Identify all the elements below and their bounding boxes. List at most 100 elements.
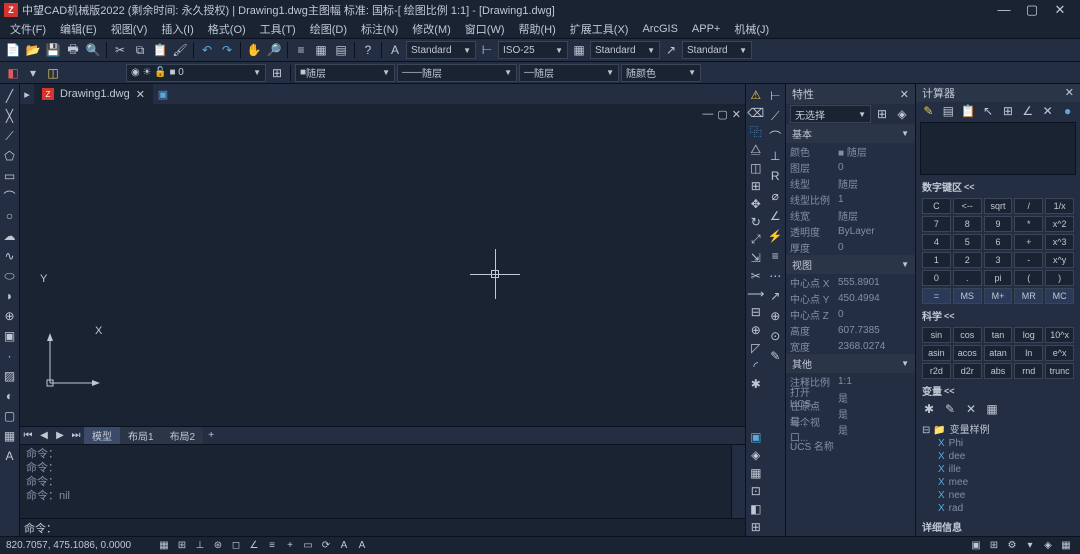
- sci-header[interactable]: 科学<<: [916, 306, 1080, 325]
- calc-btn-([interactable]: (: [1014, 270, 1043, 286]
- otrack-icon[interactable]: ∠: [246, 539, 262, 553]
- calc-sci-atan[interactable]: atan: [984, 345, 1013, 361]
- mtext-icon[interactable]: A: [1, 447, 19, 465]
- minimize-button[interactable]: —: [996, 2, 1012, 18]
- tab-add-icon[interactable]: +: [203, 430, 219, 441]
- calc-btn-9[interactable]: 9: [984, 216, 1013, 232]
- dim-baseline-icon[interactable]: ≡: [766, 247, 784, 265]
- table-icon[interactable]: ▦: [1, 427, 19, 445]
- warn-icon[interactable]: ⚠: [747, 87, 765, 103]
- calc-display[interactable]: [920, 122, 1076, 175]
- match-icon[interactable]: 🖌: [171, 41, 189, 59]
- scale-icon[interactable]: ⤢: [747, 232, 765, 248]
- menu-view[interactable]: 视图(V): [105, 20, 154, 38]
- calc-btn-pi[interactable]: pi: [984, 270, 1013, 286]
- text-style-icon[interactable]: A: [386, 41, 404, 59]
- menu-edit[interactable]: 编辑(E): [54, 20, 103, 38]
- maximize-button[interactable]: ▢: [1024, 2, 1040, 18]
- menu-file[interactable]: 文件(F): [4, 20, 52, 38]
- array-icon[interactable]: ⊞: [747, 178, 765, 194]
- dim-tolerance-icon[interactable]: ⊕: [766, 307, 784, 325]
- calc-sci-e^x[interactable]: e^x: [1045, 345, 1074, 361]
- calc-clear-icon[interactable]: ✎: [920, 102, 937, 120]
- dim-arc-icon[interactable]: ⌒: [766, 127, 784, 145]
- polar-icon[interactable]: ⊛: [210, 539, 226, 553]
- calc-btn-x^3[interactable]: x^3: [1045, 234, 1074, 250]
- var-calc-icon[interactable]: ▦: [983, 400, 1001, 418]
- help-icon[interactable]: ?: [359, 41, 377, 59]
- menu-window[interactable]: 窗口(W): [459, 20, 511, 38]
- status-r1-icon[interactable]: ▣: [968, 539, 984, 553]
- menu-insert[interactable]: 插入(I): [155, 20, 199, 38]
- var-item-Phi[interactable]: XPhi: [922, 437, 1074, 450]
- cut-icon[interactable]: ✂: [111, 41, 129, 59]
- tab-next-icon[interactable]: ▶: [52, 430, 68, 441]
- preview-icon[interactable]: 🔍: [84, 41, 102, 59]
- file-tab-drawing1[interactable]: Z Drawing1.dwg ✕: [34, 84, 153, 104]
- detail-header[interactable]: 详细信息: [916, 517, 1080, 536]
- quick-select-icon[interactable]: ⊞: [873, 105, 891, 123]
- calc-help-icon[interactable]: ●: [1059, 102, 1076, 120]
- menu-mech[interactable]: 机械(J): [728, 20, 775, 38]
- calc-btn-/[interactable]: /: [1014, 198, 1043, 214]
- move-icon[interactable]: ✥: [747, 196, 765, 212]
- calc-sci-10^x[interactable]: 10^x: [1045, 327, 1074, 343]
- calc-btn-5[interactable]: 5: [953, 234, 982, 250]
- chamfer-icon[interactable]: ◸: [747, 340, 765, 356]
- command-input[interactable]: 命令：: [20, 518, 745, 536]
- numpad-header[interactable]: 数字键区<<: [916, 177, 1080, 196]
- calc-sci-trunc[interactable]: trunc: [1045, 363, 1074, 379]
- ellipse-icon[interactable]: ⬭: [1, 267, 19, 285]
- mech-tool4-icon[interactable]: ⊡: [747, 483, 765, 499]
- line-icon[interactable]: ╱: [1, 87, 19, 105]
- zoom-icon[interactable]: 🔎: [265, 41, 283, 59]
- layer-color-icon[interactable]: ◧: [4, 64, 22, 82]
- calc-intersect-icon[interactable]: ✕: [1039, 102, 1056, 120]
- explode-icon[interactable]: ✱: [747, 376, 765, 392]
- design-center-icon[interactable]: ▦: [312, 41, 330, 59]
- calc-btn-x^2[interactable]: x^2: [1045, 216, 1074, 232]
- calc-sci-abs[interactable]: abs: [984, 363, 1013, 379]
- extend-icon[interactable]: ⟶: [747, 286, 765, 302]
- close-tab-icon[interactable]: ✕: [136, 88, 145, 101]
- ellipse-arc-icon[interactable]: ◗: [1, 287, 19, 305]
- var-edit-icon[interactable]: ✎: [941, 400, 959, 418]
- mech-tool5-icon[interactable]: ◧: [747, 501, 765, 517]
- copy-obj-icon[interactable]: ⿻: [747, 123, 765, 140]
- grid-icon[interactable]: ⊞: [174, 539, 190, 553]
- tab-home-icon[interactable]: ▸: [20, 88, 34, 101]
- calc-btn-MR[interactable]: MR: [1014, 288, 1043, 304]
- mirror-icon[interactable]: ⧋: [747, 142, 765, 158]
- cycle-icon[interactable]: ⟳: [318, 539, 334, 553]
- offset-icon[interactable]: ◫: [747, 160, 765, 176]
- menu-arcgis[interactable]: ArcGIS: [636, 22, 683, 36]
- anno2-icon[interactable]: A: [354, 539, 370, 553]
- hatch-icon[interactable]: ▨: [1, 367, 19, 385]
- join-icon[interactable]: ⊕: [747, 322, 765, 338]
- var-item-dee[interactable]: Xdee: [922, 450, 1074, 463]
- calc-btn--[interactable]: -: [1014, 252, 1043, 268]
- gradient-icon[interactable]: ◐: [1, 387, 19, 405]
- dim-linear-icon[interactable]: ⊢: [766, 87, 784, 105]
- calc-units-icon[interactable]: ⊞: [1000, 102, 1017, 120]
- dim-diameter-icon[interactable]: ⌀: [766, 187, 784, 205]
- selection-dropdown[interactable]: 无选择▼: [790, 105, 871, 123]
- calc-sci-d2r[interactable]: d2r: [953, 363, 982, 379]
- ortho-icon[interactable]: ⊥: [192, 539, 208, 553]
- status-r4-icon[interactable]: ▾: [1022, 539, 1038, 553]
- calc-sci-acos[interactable]: acos: [953, 345, 982, 361]
- calc-sci-cos[interactable]: cos: [953, 327, 982, 343]
- lineweight-dropdown[interactable]: — 随层▼: [519, 64, 619, 82]
- calc-get-icon[interactable]: ↖: [980, 102, 997, 120]
- text-style-dropdown[interactable]: Standard▼: [406, 41, 476, 59]
- vp-maximize-icon[interactable]: ▢: [717, 108, 727, 121]
- calc-btn-x^y[interactable]: x^y: [1045, 252, 1074, 268]
- calc-btn-2[interactable]: 2: [953, 252, 982, 268]
- properties-header[interactable]: 特性 ✕: [786, 84, 915, 104]
- mech-tool6-icon[interactable]: ⊞: [747, 519, 765, 535]
- calc-btn-0[interactable]: 0: [922, 270, 951, 286]
- section-other[interactable]: 其他▼: [786, 354, 915, 373]
- calc-btn-)[interactable]: ): [1045, 270, 1074, 286]
- tab-model[interactable]: 模型: [84, 427, 120, 444]
- arc-icon[interactable]: ⌒: [1, 187, 19, 205]
